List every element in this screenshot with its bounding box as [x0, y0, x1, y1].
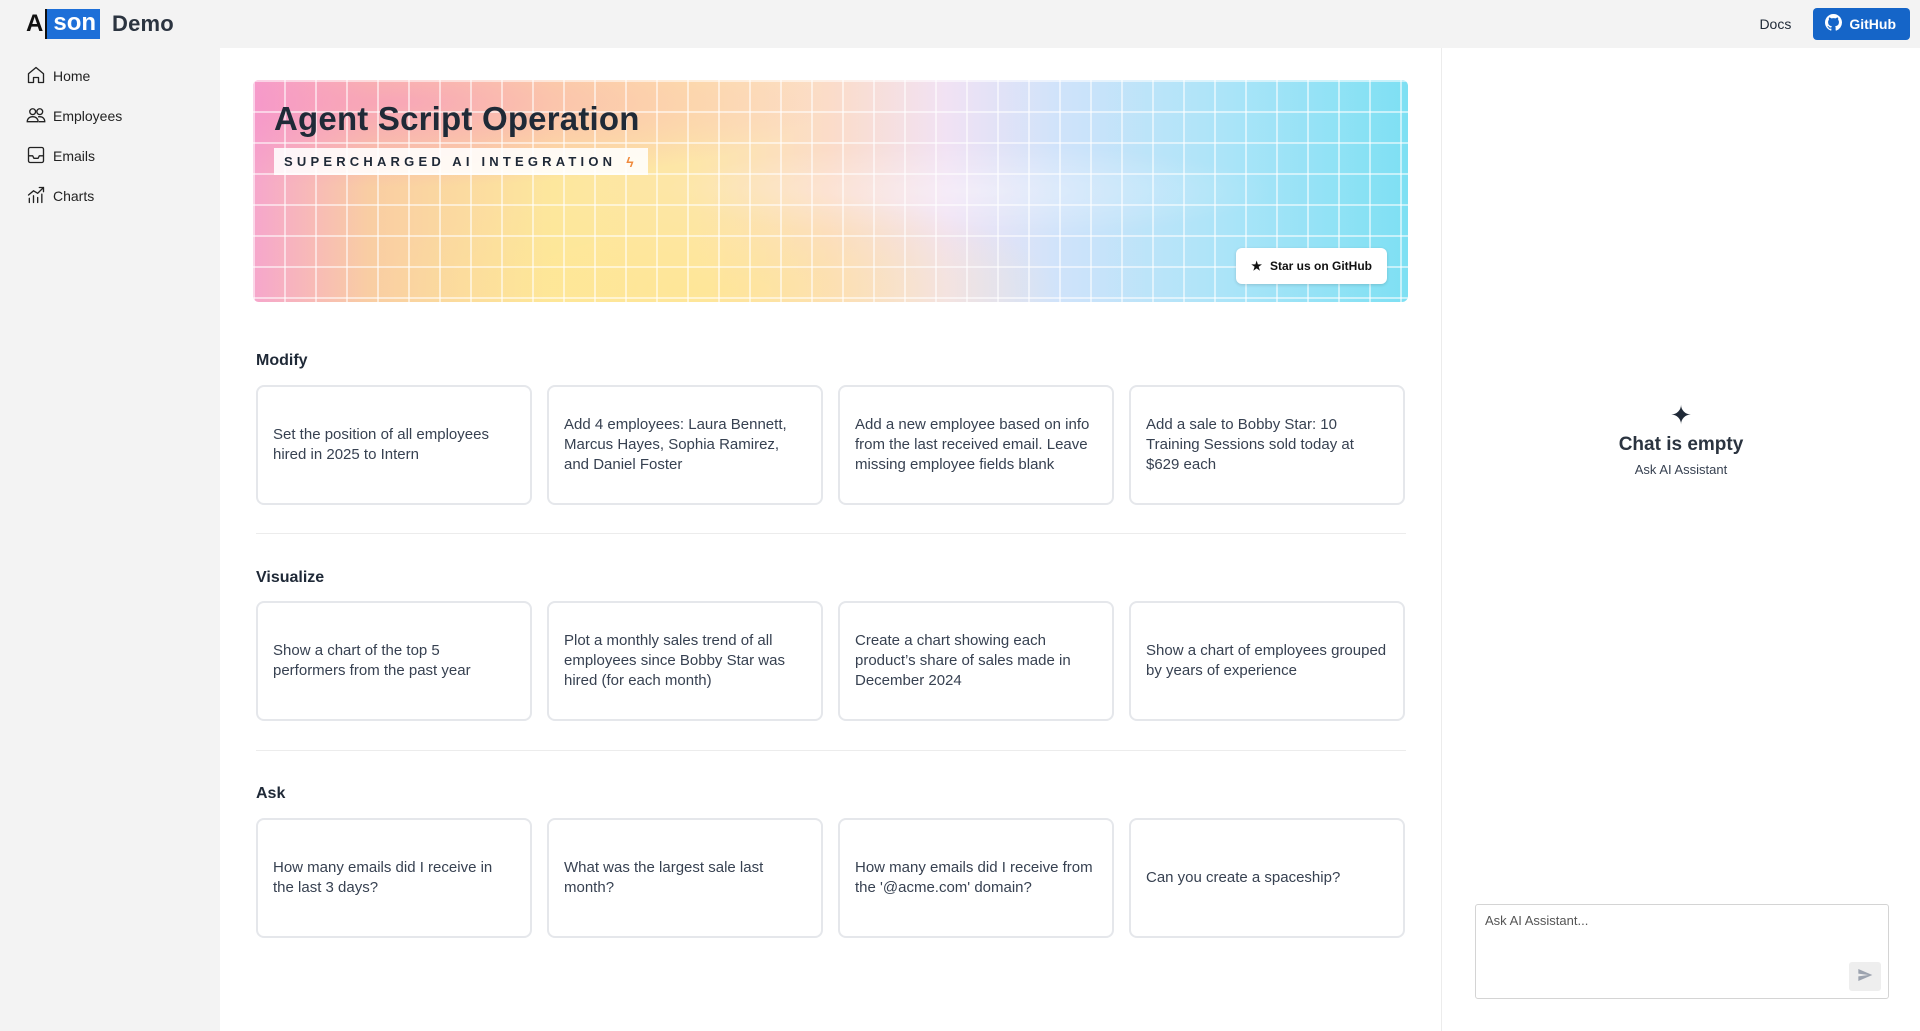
- visualize-cards: Show a chart of the top 5 performers fro…: [256, 601, 1405, 721]
- sidebar-item-charts[interactable]: Charts: [0, 176, 220, 216]
- prompt-card[interactable]: How many emails did I receive in the las…: [256, 818, 532, 938]
- section-title-visualize: Visualize: [256, 569, 325, 586]
- prompt-card[interactable]: Add a new employee based on info from th…: [838, 385, 1114, 505]
- github-icon: [1825, 14, 1843, 34]
- top-bar: A son Demo Docs GitHub: [0, 0, 1920, 48]
- sidebar-item-emails[interactable]: Emails: [0, 136, 220, 176]
- modify-cards: Set the position of all employees hired …: [256, 385, 1405, 505]
- users-icon: [26, 105, 46, 128]
- app-name: Demo: [112, 11, 174, 36]
- star-icon: ★: [1251, 259, 1262, 273]
- star-on-github-button[interactable]: ★ Star us on GitHub: [1236, 248, 1387, 284]
- sidebar-item-home[interactable]: Home: [0, 56, 220, 96]
- github-button-label: GitHub: [1849, 16, 1896, 32]
- github-button[interactable]: GitHub: [1813, 8, 1910, 40]
- hero-title: Agent Script Operation: [274, 100, 640, 137]
- section-divider: [256, 533, 1406, 534]
- chat-empty-title: Chat is empty: [1618, 434, 1744, 455]
- inbox-icon: [26, 145, 46, 168]
- prompt-card[interactable]: Show a chart of the top 5 performers fro…: [256, 601, 532, 721]
- sidebar-item-label: Emails: [53, 148, 96, 164]
- sidebar-item-employees[interactable]: Employees: [0, 96, 220, 136]
- home-icon: [26, 65, 46, 88]
- section-divider: [256, 750, 1406, 751]
- sparkles-icon: ✦: [1670, 400, 1692, 430]
- send-button[interactable]: [1849, 962, 1881, 991]
- chat-empty-state: ✦ Chat is empty Ask AI Assistant: [1442, 402, 1920, 477]
- chart-icon: [26, 185, 46, 208]
- sidebar-item-label: Employees: [53, 108, 123, 124]
- send-icon: [1857, 967, 1873, 986]
- prompt-card[interactable]: Set the position of all employees hired …: [256, 385, 532, 505]
- hero-banner: Agent Script Operation SUPERCHARGED AI I…: [253, 80, 1408, 302]
- logo: A son: [24, 9, 101, 39]
- prompt-card[interactable]: Can you create a spaceship?: [1129, 818, 1405, 938]
- prompt-card[interactable]: Create a chart showing each product’s sh…: [838, 601, 1114, 721]
- chat-panel: ✦ Chat is empty Ask AI Assistant: [1441, 48, 1920, 1031]
- prompt-card[interactable]: How many emails did I receive from the '…: [838, 818, 1114, 938]
- prompt-card[interactable]: Plot a monthly sales trend of all employ…: [547, 601, 823, 721]
- sidebar: Home Employees Emails Charts: [0, 56, 220, 216]
- lightning-icon: ϟ: [626, 153, 634, 170]
- logo-son: son: [47, 9, 101, 39]
- prompt-card[interactable]: Show a chart of employees grouped by yea…: [1129, 601, 1405, 721]
- prompt-card[interactable]: What was the largest sale last month?: [547, 818, 823, 938]
- ask-cards: How many emails did I receive in the las…: [256, 818, 1405, 938]
- chat-empty-subtitle: Ask AI Assistant: [1634, 462, 1728, 477]
- star-button-label: Star us on GitHub: [1270, 259, 1372, 273]
- prompt-card[interactable]: Add a sale to Bobby Star: 10 Training Se…: [1129, 385, 1405, 505]
- sidebar-item-label: Home: [53, 68, 91, 84]
- logo-a: A: [24, 9, 48, 39]
- main-content: Agent Script Operation SUPERCHARGED AI I…: [220, 48, 1441, 1031]
- sidebar-item-label: Charts: [53, 188, 95, 204]
- docs-link[interactable]: Docs: [1759, 16, 1791, 32]
- chat-input[interactable]: [1476, 905, 1888, 998]
- chat-input-container: [1475, 904, 1889, 999]
- hero-tagline: SUPERCHARGED AI INTEGRATION ϟ: [274, 148, 648, 175]
- prompt-card[interactable]: Add 4 employees: Laura Bennett, Marcus H…: [547, 385, 823, 505]
- brand[interactable]: A son Demo: [24, 9, 174, 39]
- section-title-modify: Modify: [256, 352, 308, 369]
- section-title-ask: Ask: [256, 785, 286, 802]
- hero-tagline-text: SUPERCHARGED AI INTEGRATION: [284, 154, 617, 169]
- top-actions: Docs GitHub: [1759, 8, 1910, 40]
